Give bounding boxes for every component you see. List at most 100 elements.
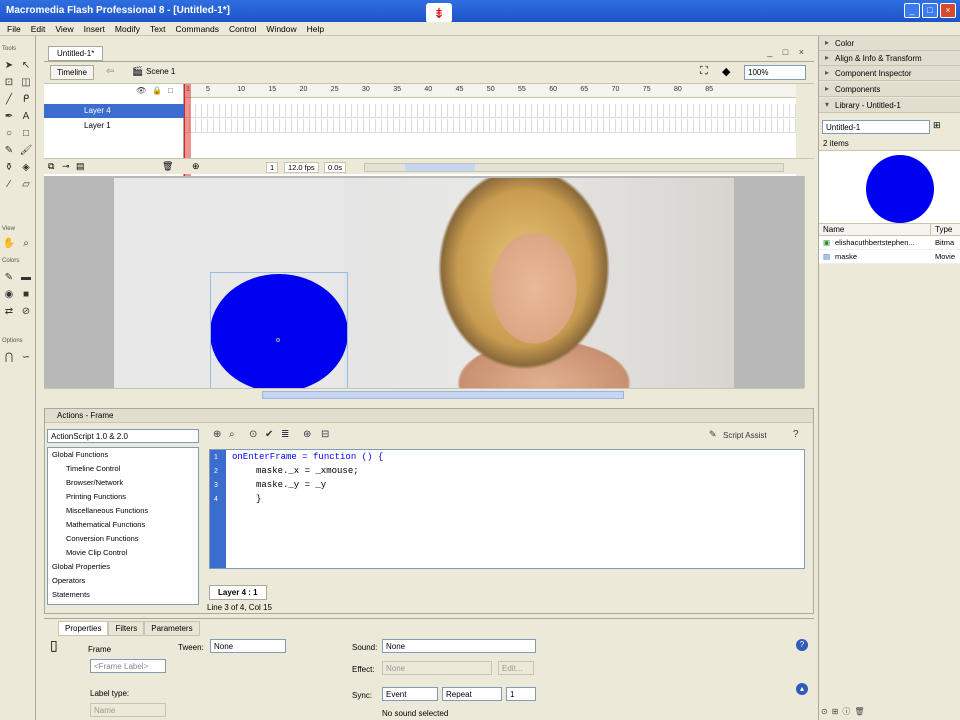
expand-icon[interactable]: ▴ [796, 683, 808, 695]
tree-item-movie-clip-control[interactable]: Movie Clip Control [48, 546, 198, 560]
code-editor[interactable]: 1 2 3 4 onEnterFrame = function () { mas… [209, 449, 805, 569]
debug-icon[interactable]: ⊛ [303, 429, 311, 440]
menu-file[interactable]: File [2, 22, 26, 36]
document-window-controls[interactable]: _ □ × [767, 47, 808, 57]
find-icon[interactable]: ⌕ [229, 429, 235, 440]
actions-panel-header[interactable]: Actions - Frame [45, 409, 813, 423]
center-frame-icon[interactable]: ⊕ [192, 161, 200, 172]
layer-visibility-icons[interactable]: 👁🔒□ [136, 86, 179, 95]
stage-canvas[interactable] [114, 178, 734, 388]
stroke-color-icon[interactable]: ✎ [1, 270, 17, 286]
timeline-toggle-button[interactable]: Timeline [50, 65, 94, 80]
ink-bottle-tool-icon[interactable]: ⚱ [1, 160, 17, 176]
fill-transform-tool-icon[interactable]: ◫ [18, 75, 34, 91]
scene-label[interactable]: Scene 1 [146, 67, 175, 76]
timeline-scrollbar[interactable] [364, 163, 784, 172]
edit-effect-button[interactable]: Edit... [498, 661, 534, 675]
tree-item-operators[interactable]: Operators [48, 574, 198, 588]
script-assist-icon[interactable]: ✎ [709, 429, 717, 440]
delete-layer-icon[interactable]: 🗑 [162, 161, 173, 172]
layer-row[interactable]: Layer 4 [44, 104, 184, 118]
menu-text[interactable]: Text [145, 22, 171, 36]
stage[interactable] [44, 176, 804, 388]
stage-horizontal-scrollbar[interactable] [44, 388, 804, 400]
brush-tool-icon[interactable]: 🖌 [18, 143, 34, 159]
stroke-swatch-icon[interactable]: ▬ [18, 270, 34, 286]
library-document-select[interactable]: Untitled-1 [822, 120, 930, 134]
column-name[interactable]: Name [819, 224, 931, 235]
menu-insert[interactable]: Insert [79, 22, 110, 36]
frame-ruler[interactable]: 1510152025303540455055606570758085 [184, 84, 796, 98]
back-arrow-icon[interactable]: ⇦ [106, 66, 114, 77]
tab-properties[interactable]: Properties [58, 621, 109, 636]
library-row[interactable]: ▣ elishacuthbertstephen... Bitma [819, 236, 960, 250]
actionscript-version-select[interactable]: ActionScript 1.0 & 2.0 [47, 429, 199, 443]
panel-component-inspector-header[interactable]: Component Inspector [819, 66, 960, 81]
library-row[interactable]: ▤ maske Movie [819, 250, 960, 264]
script-assist-button[interactable]: Script Assist [723, 431, 767, 440]
tab-filters[interactable]: Filters [108, 621, 145, 636]
menu-window[interactable]: Window [261, 22, 301, 36]
menu-control[interactable]: Control [224, 22, 261, 36]
menu-view[interactable]: View [50, 22, 78, 36]
menu-edit[interactable]: Edit [26, 22, 51, 36]
eyedropper-tool-icon[interactable]: ⁄ [1, 177, 17, 193]
line-tool-icon[interactable]: ╱ [1, 92, 17, 108]
panel-align-header[interactable]: Align & Info & Transform [819, 51, 960, 66]
check-syntax-icon[interactable]: ✔ [265, 429, 273, 440]
menu-help[interactable]: Help [302, 22, 329, 36]
add-folder-icon[interactable]: ▤ [76, 161, 85, 172]
stage-vertical-scrollbar[interactable] [804, 176, 814, 388]
add-layer-icon[interactable]: ⧉ [48, 161, 54, 172]
sync-select[interactable]: Event [382, 687, 438, 701]
collapse-icon[interactable]: ⊟ [321, 429, 329, 440]
text-tool-icon[interactable]: A [18, 109, 34, 125]
edit-scene-icon[interactable]: ⛶ [700, 65, 708, 78]
tree-item-conversion-functions[interactable]: Conversion Functions [48, 532, 198, 546]
zoom-select[interactable]: 100% [744, 65, 806, 80]
script-tab[interactable]: Layer 4 : 1 [209, 585, 267, 600]
paint-bucket-tool-icon[interactable]: ◈ [18, 160, 34, 176]
menu-commands[interactable]: Commands [171, 22, 224, 36]
add-item-icon[interactable]: ⊕ [213, 429, 221, 440]
no-color-icon[interactable]: ⊘ [18, 304, 34, 320]
minimize-button[interactable]: _ [904, 3, 920, 18]
repeat-count-input[interactable]: 1 [506, 687, 536, 701]
hand-tool-icon[interactable]: ✋ [1, 236, 17, 252]
sound-select[interactable]: None [382, 639, 536, 653]
library-footer-icons[interactable]: ⊙⊞ⓘ🗑 [821, 706, 959, 718]
column-type[interactable]: Type [931, 224, 960, 235]
tree-item-mathematical-functions[interactable]: Mathematical Functions [48, 518, 198, 532]
selection-tool-icon[interactable]: ➤ [1, 58, 17, 74]
fill-color-icon[interactable]: ◉ [1, 287, 17, 303]
zoom-tool-icon[interactable]: ⌕ [18, 236, 34, 252]
scroll-thumb[interactable] [405, 164, 475, 171]
target-icon[interactable]: ⊙ [249, 429, 257, 440]
tree-item-statements[interactable]: Statements [48, 588, 198, 602]
tree-item-timeline-control[interactable]: Timeline Control [48, 462, 198, 476]
swap-colors-icon[interactable]: ⇄ [1, 304, 17, 320]
tree-item-printing-functions[interactable]: Printing Functions [48, 490, 198, 504]
smooth-icon[interactable]: ∽ [18, 350, 34, 366]
tree-item-global-properties[interactable]: Global Properties [48, 560, 198, 574]
effect-select[interactable]: None [382, 661, 492, 675]
help-icon[interactable]: ? [793, 429, 799, 440]
rectangle-tool-icon[interactable]: □ [18, 126, 34, 142]
frame-row[interactable] [184, 119, 796, 133]
subselection-tool-icon[interactable]: ↖ [18, 58, 34, 74]
layer-row[interactable]: Layer 1 [44, 119, 184, 133]
pen-tool-icon[interactable]: ✒ [1, 109, 17, 125]
tween-select[interactable]: None [210, 639, 286, 653]
panel-color-header[interactable]: Color [819, 36, 960, 51]
pencil-tool-icon[interactable]: ✎ [1, 143, 17, 159]
oval-tool-icon[interactable]: ○ [1, 126, 17, 142]
tab-parameters[interactable]: Parameters [144, 621, 200, 636]
auto-format-icon[interactable]: ≣ [281, 429, 289, 440]
free-transform-tool-icon[interactable]: ⊡ [1, 75, 17, 91]
repeat-select[interactable]: Repeat [442, 687, 502, 701]
menu-modify[interactable]: Modify [110, 22, 145, 36]
snap-magnet-icon[interactable]: ⋂ [1, 350, 17, 366]
edit-symbol-icon[interactable]: ◆ [722, 65, 730, 78]
help-icon[interactable]: ? [796, 639, 808, 651]
add-guide-icon[interactable]: ⊸ [62, 161, 70, 172]
